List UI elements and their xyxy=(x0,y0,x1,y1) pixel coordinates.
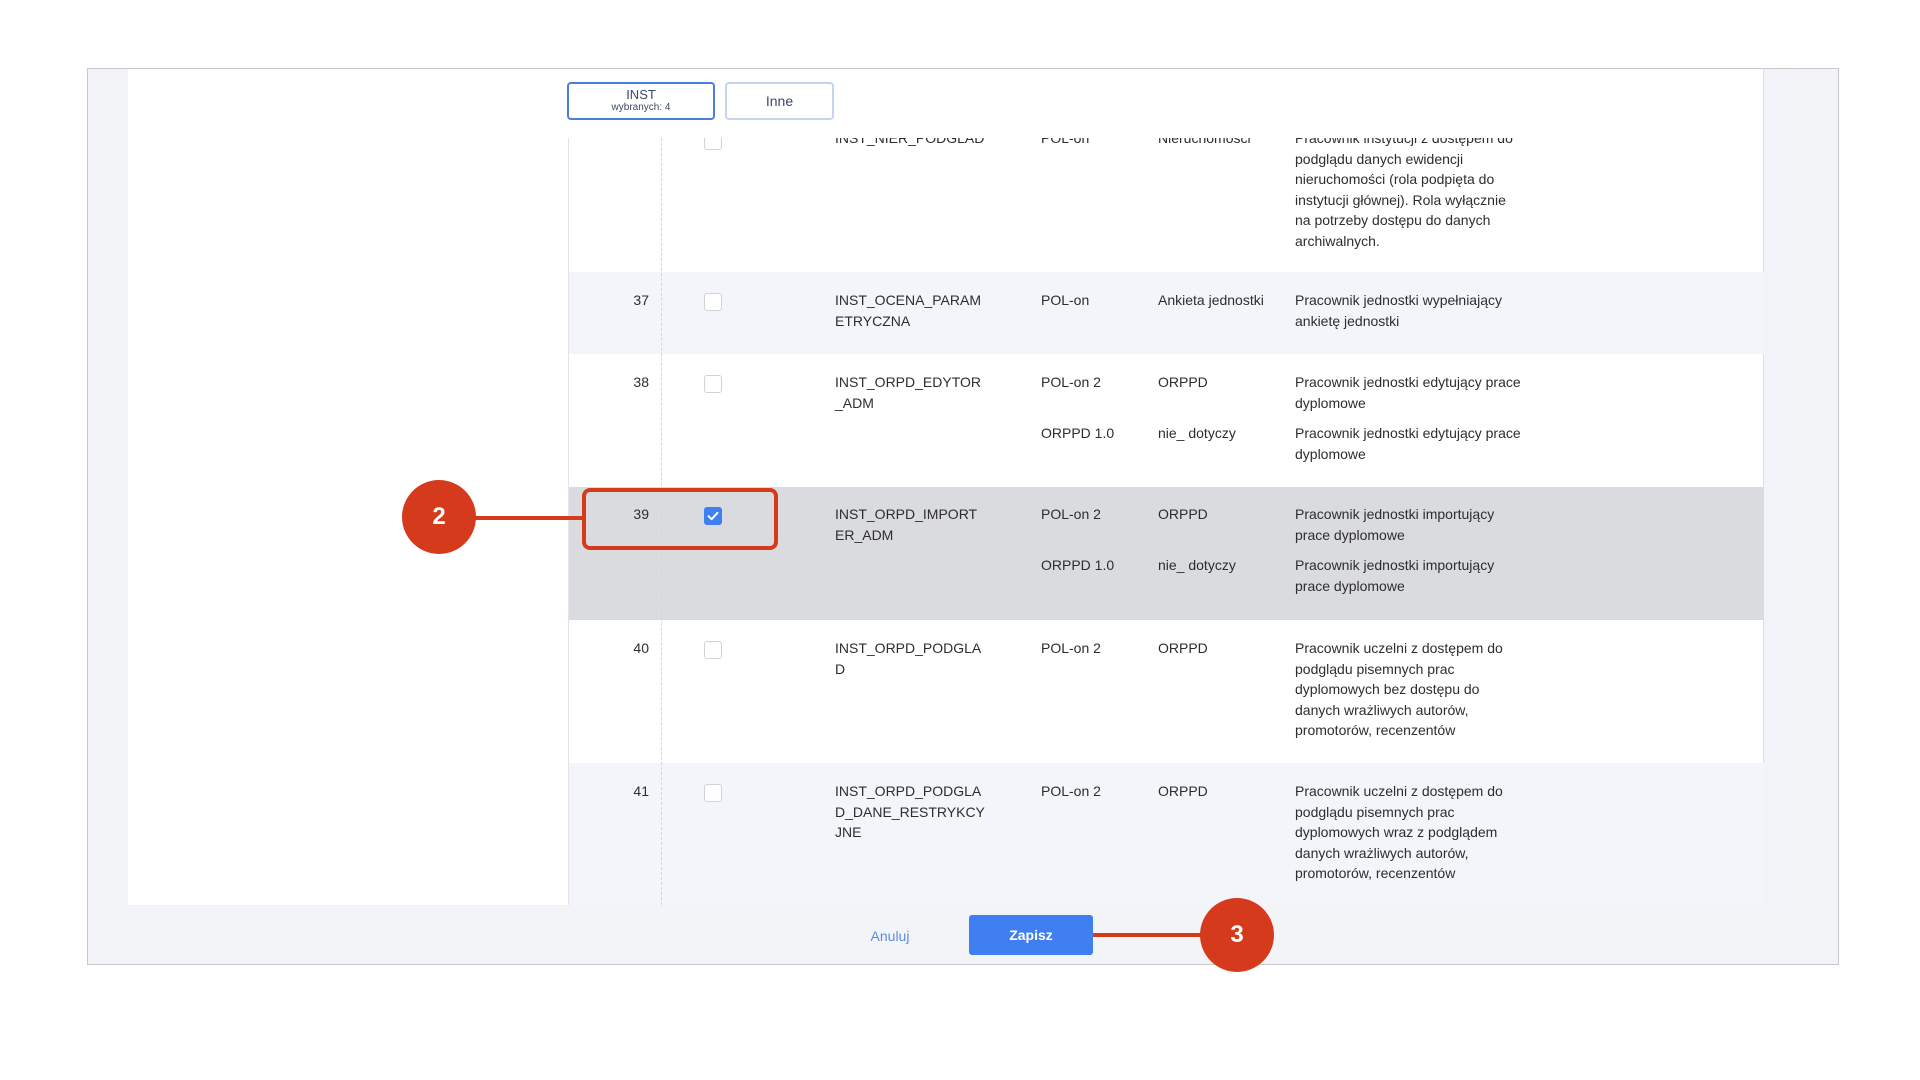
tab-selected-count: wybranych: 4 xyxy=(611,102,671,113)
module-name: ORPPD xyxy=(1158,783,1208,799)
role-description: Pracownik jednostki wypełniający ankietę… xyxy=(1295,292,1502,329)
callout-leader-line xyxy=(1093,933,1203,937)
table-row: 41 INST_ORPD_PODGLAD_DANE_RESTRYKCYJNE P… xyxy=(569,763,1764,905)
row-number: 40 xyxy=(633,640,649,656)
role-description: Pracownik jednostki edytujący prace dypl… xyxy=(1295,374,1521,411)
system-name: POL-on 2 xyxy=(1041,374,1101,390)
row-checkbox[interactable] xyxy=(704,375,722,393)
system-name: POL-on 2 xyxy=(1041,640,1101,656)
role-code: INST_ORPD_IMPORTER_ADM xyxy=(835,506,978,543)
role-description: Pracownik instytucji z dostępem do podgl… xyxy=(1295,138,1513,249)
save-button[interactable]: Zapisz xyxy=(969,915,1093,955)
row-checkbox[interactable] xyxy=(704,138,722,150)
system-name: ORPPD 1.0 xyxy=(1041,425,1115,441)
module-name: nie_ dotyczy xyxy=(1158,425,1236,441)
table-row: 40 INST_ORPD_PODGLAD POL-on 2 ORPPD Prac… xyxy=(569,620,1764,763)
role-description: Pracownik jednostki importujący prace dy… xyxy=(1295,506,1495,543)
system-name: POL-on xyxy=(1041,138,1090,146)
role-code: INST_ORPD_PODGLAD xyxy=(835,640,982,677)
row-number: 37 xyxy=(633,292,649,308)
tab-label: Inne xyxy=(765,93,794,109)
module-name: Ankieta jednostki xyxy=(1158,292,1264,308)
cancel-button[interactable]: Anuluj xyxy=(860,918,920,954)
system-name: ORPPD 1.0 xyxy=(1041,557,1115,573)
table-row: 38 INST_ORPD_EDYTOR_ADM POL-on 2 ORPPD P… xyxy=(569,354,1764,487)
highlight-box xyxy=(582,488,778,550)
role-description: Pracownik jednostki importujący prace dy… xyxy=(1295,557,1495,594)
callout-badge: 3 xyxy=(1200,898,1274,972)
role-description: Pracownik jednostki edytujący prace dypl… xyxy=(1295,425,1521,462)
module-name: ORPPD xyxy=(1158,640,1208,656)
scroll-strip[interactable] xyxy=(1763,69,1794,905)
table-row: 37 INST_OCENA_PARAMETRYCZNA POL-on Ankie… xyxy=(569,272,1764,354)
tab-label: INST xyxy=(626,87,656,102)
role-code: INST_NIER_PODGLAD xyxy=(835,138,985,146)
row-number: 41 xyxy=(633,783,649,799)
row-checkbox[interactable] xyxy=(704,293,722,311)
module-name: nie_ dotyczy xyxy=(1158,557,1236,573)
row-checkbox[interactable] xyxy=(704,784,722,802)
tab-inne[interactable]: Inne xyxy=(725,82,834,120)
system-name: POL-on 2 xyxy=(1041,506,1101,522)
module-name: ORPPD xyxy=(1158,374,1208,390)
role-code: INST_OCENA_PARAMETRYCZNA xyxy=(835,292,981,329)
row-checkbox[interactable] xyxy=(704,641,722,659)
role-description: Pracownik uczelni z dostępem do podglądu… xyxy=(1295,640,1503,738)
module-name: ORPPD xyxy=(1158,506,1208,522)
callout-leader-line xyxy=(475,516,583,520)
system-name: POL-on xyxy=(1041,292,1090,308)
module-name: Nieruchomości xyxy=(1158,138,1251,146)
role-code: INST_ORPD_EDYTOR_ADM xyxy=(835,374,981,411)
tab-inst[interactable]: INST wybranych: 4 xyxy=(567,82,715,120)
row-number: 38 xyxy=(633,374,649,390)
role-description: Pracownik uczelni z dostępem do podglądu… xyxy=(1295,783,1503,881)
callout-badge: 2 xyxy=(402,480,476,554)
system-name: POL-on 2 xyxy=(1041,783,1101,799)
table-row: INST_NIER_PODGLAD POL-on Nieruchomości P… xyxy=(569,138,1764,262)
role-code: INST_ORPD_PODGLAD_DANE_RESTRYKCYJNE xyxy=(835,783,985,840)
